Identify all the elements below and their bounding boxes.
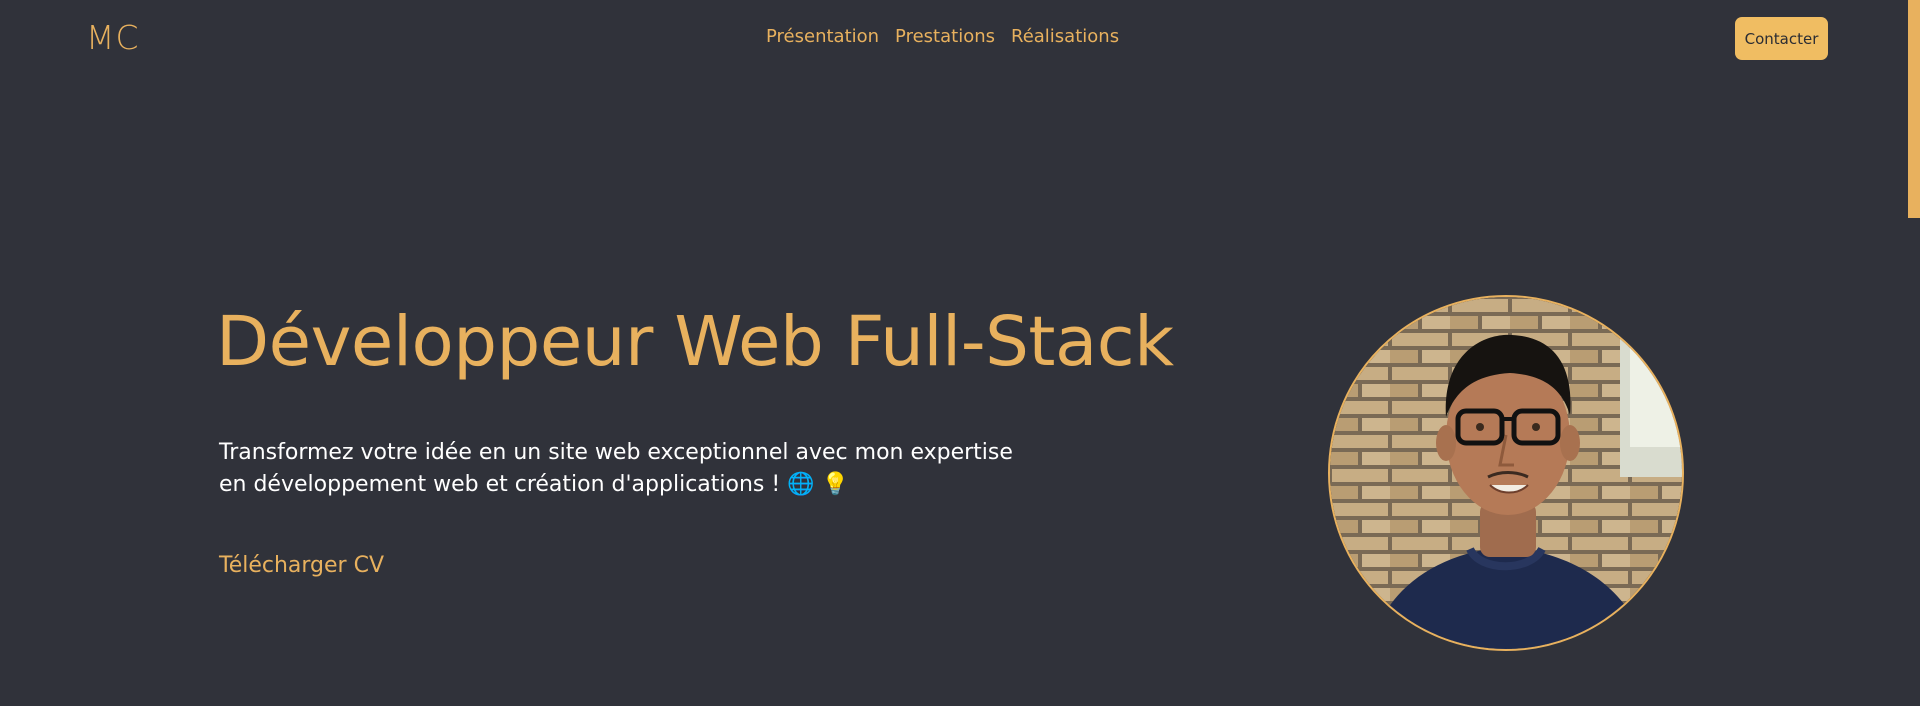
profile-photo: [1328, 295, 1684, 651]
nav-link-realisations[interactable]: Réalisations: [1011, 26, 1119, 47]
hero-description: Transformez votre idée en un site web ex…: [219, 437, 1059, 501]
nav-link-prestations[interactable]: Prestations: [895, 26, 995, 47]
hero-description-line-2: en développement web et création d'appli…: [219, 472, 849, 497]
page-scrollbar[interactable]: [1908, 0, 1920, 706]
hero-description-line-1: Transformez votre idée en un site web ex…: [219, 440, 1013, 465]
main-nav: Présentation Prestations Réalisations: [766, 26, 1119, 47]
profile-photo-illustration: [1330, 297, 1682, 649]
download-cv-link[interactable]: Télécharger CV: [219, 553, 384, 578]
hero-title: Développeur Web Full-Stack: [216, 302, 1174, 382]
logo[interactable]: MC: [86, 18, 140, 57]
scrollbar-thumb[interactable]: [1908, 0, 1920, 218]
page: MC Présentation Prestations Réalisations…: [0, 0, 1920, 706]
nav-link-presentation[interactable]: Présentation: [766, 26, 879, 47]
contact-button[interactable]: Contacter: [1735, 17, 1828, 60]
